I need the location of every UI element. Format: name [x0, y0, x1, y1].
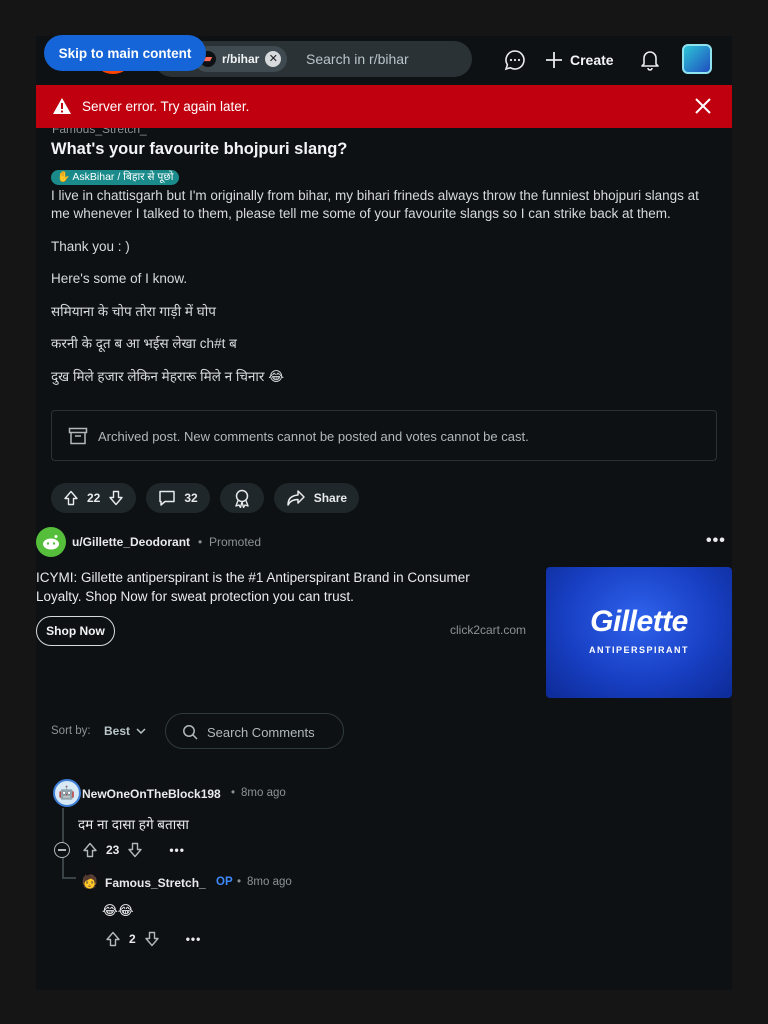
upvote-count: 22: [87, 491, 101, 505]
comment-body: 😂😂: [102, 903, 134, 918]
skip-to-main-content-link[interactable]: Skip to main content: [44, 35, 206, 71]
promoted-tag: Promoted: [209, 535, 262, 549]
sort-label: Sort by:: [51, 725, 91, 737]
upvote-icon[interactable]: [105, 931, 121, 947]
promoted-image[interactable]: Gillette ANTIPERSPIRANT: [546, 567, 732, 698]
more-options-icon[interactable]: •••: [706, 532, 726, 550]
notifications-bell-icon[interactable]: [638, 48, 662, 72]
promoted-text[interactable]: ICYMI: Gillette antiperspirant is the #1…: [36, 568, 506, 606]
close-icon[interactable]: [694, 97, 712, 120]
chat-icon[interactable]: [503, 48, 527, 72]
upvote-icon[interactable]: [63, 490, 79, 506]
shop-now-button[interactable]: Shop Now: [36, 616, 115, 646]
post-paragraph: करनी के दूत ब आ भईस लेखा ch#t ब: [51, 336, 237, 351]
downvote-icon[interactable]: [108, 490, 124, 506]
downvote-icon[interactable]: [144, 931, 160, 947]
warning-icon: [52, 97, 72, 120]
comment-vote: 2 •••: [105, 931, 201, 947]
comment-time: 8mo ago: [241, 787, 286, 799]
more-options-icon[interactable]: •••: [186, 932, 202, 946]
promoted-user-avatar[interactable]: [36, 527, 66, 557]
subreddit-chip-label: r/bihar: [222, 52, 260, 66]
comment-avatar[interactable]: 🧑: [77, 869, 103, 895]
promoted-username[interactable]: u/Gillette_Deodorant: [72, 535, 190, 549]
archived-notice: Archived post. New comments cannot be po…: [51, 410, 717, 461]
downvote-icon[interactable]: [127, 842, 143, 858]
award-button[interactable]: [219, 483, 264, 513]
search-icon: [182, 724, 198, 745]
comments-button[interactable]: 32: [146, 483, 210, 513]
post-paragraph: Thank you : ): [51, 238, 130, 254]
post-flair[interactable]: ✋ AskBihar / बिहार से पूछो: [51, 170, 180, 185]
share-icon: [286, 490, 305, 506]
post-paragraph: I live in chattisgarh but I'm originally…: [51, 188, 699, 221]
more-options-icon[interactable]: •••: [169, 843, 185, 857]
post-title: What's your favourite bhojpuri slang?: [51, 140, 348, 158]
subreddit-filter-chip[interactable]: ▰ r/bihar ✕: [194, 46, 288, 72]
thread-line: [62, 858, 64, 878]
promo-brand-logo: Gillette: [590, 605, 688, 638]
award-icon: [235, 489, 249, 508]
collapse-thread-button[interactable]: [54, 842, 70, 858]
archive-box-icon: [68, 427, 88, 450]
comment-vote: 23 •••: [82, 842, 185, 858]
comment-username[interactable]: Famous_Stretch_: [105, 876, 206, 890]
chevron-down-icon: [136, 728, 146, 735]
comment-vote-count: 2: [129, 932, 136, 946]
remove-filter-icon[interactable]: ✕: [265, 51, 282, 67]
create-button[interactable]: Create: [544, 48, 614, 72]
comment-count: 32: [184, 491, 198, 505]
vote-pill: 22: [51, 483, 137, 513]
sort-dropdown[interactable]: Best: [104, 724, 146, 738]
separator-dot: •: [237, 876, 242, 888]
share-button[interactable]: Share: [273, 483, 360, 513]
promo-brand-sub: ANTIPERSPIRANT: [588, 645, 689, 655]
share-label: Share: [313, 491, 348, 505]
comment-vote-count: 23: [106, 843, 120, 857]
sort-value: Best: [104, 724, 131, 738]
promoted-domain[interactable]: click2cart.com: [450, 623, 526, 637]
post-paragraph: समियाना के चोप तोरा गाड़ी में घोप: [51, 303, 216, 319]
post-body: I live in chattisgarh but I'm originally…: [51, 187, 721, 400]
separator-dot: •: [198, 535, 203, 549]
plus-icon: [546, 52, 562, 68]
separator-dot: •: [231, 787, 236, 799]
error-message: Server error. Try again later.: [82, 99, 250, 114]
comment-search-input[interactable]: Search Comments: [165, 713, 344, 749]
comment-body: दम ना दासा हगे बतासा: [78, 817, 189, 832]
post-paragraph: Here's some of I know.: [51, 271, 188, 286]
search-input[interactable]: Search in r/bihar: [306, 51, 409, 67]
comment-username[interactable]: NewOneOnTheBlock198: [82, 787, 221, 801]
comment-time: 8mo ago: [247, 876, 292, 888]
upvote-icon[interactable]: [82, 842, 98, 858]
comment-search-placeholder: Search Comments: [207, 725, 315, 740]
post-paragraph: दुख मिले हजार लेकिन मेहरारू मिले न चिनार…: [51, 368, 284, 384]
thread-line: [62, 877, 76, 879]
user-avatar[interactable]: [682, 44, 712, 74]
create-label: Create: [570, 52, 614, 68]
op-badge: OP: [216, 876, 233, 888]
comment-avatar[interactable]: 🤖: [53, 779, 81, 807]
archived-notice-text: Archived post. New comments cannot be po…: [98, 429, 529, 444]
comment-bubble-icon: [159, 490, 176, 506]
post-actions: 22 32 Share: [51, 483, 360, 513]
error-banner: Server error. Try again later.: [36, 85, 732, 128]
thread-line: [62, 808, 64, 842]
